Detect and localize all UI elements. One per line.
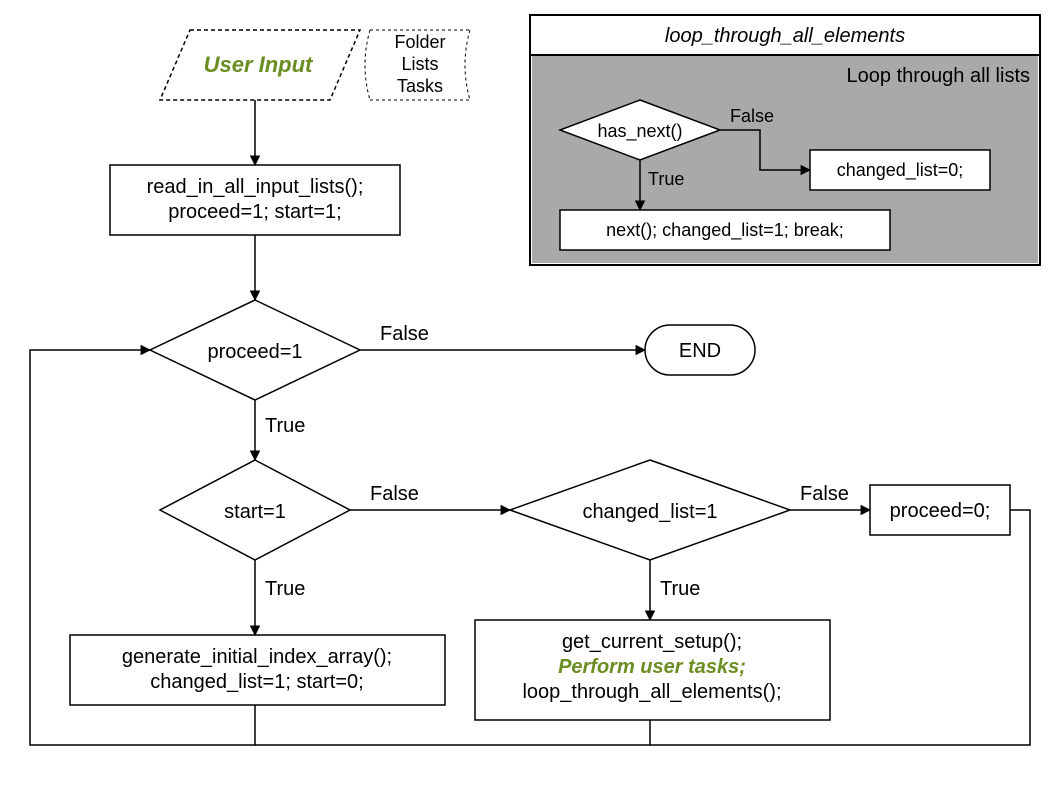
inset-panel: loop_through_all_elements Loop through a… xyxy=(530,15,1040,265)
proceed-true-label: True xyxy=(265,415,305,437)
folder-annotation: Folder Lists Tasks xyxy=(365,30,470,100)
getcurrent-box: get_current_setup(); Perform user tasks;… xyxy=(475,620,830,720)
svg-text:changed_list=1: changed_list=1 xyxy=(582,501,717,523)
inset-title: loop_through_all_elements xyxy=(665,25,905,47)
changedlist-decision: changed_list=1 xyxy=(510,460,790,560)
svg-text:proceed=1; start=1;: proceed=1; start=1; xyxy=(168,201,341,223)
start-decision: start=1 xyxy=(160,460,350,560)
svg-text:has_next(): has_next() xyxy=(597,121,682,142)
readin-box: read_in_all_input_lists(); proceed=1; st… xyxy=(110,165,400,235)
svg-text:get_current_setup();: get_current_setup(); xyxy=(562,631,742,653)
svg-text:loop_through_all_elements();: loop_through_all_elements(); xyxy=(522,681,781,703)
svg-text:END: END xyxy=(679,340,721,362)
generate-box: generate_initial_index_array(); changed_… xyxy=(70,635,445,705)
start-false-label: False xyxy=(370,483,419,505)
changed-true-label: True xyxy=(660,578,700,600)
svg-text:next(); changed_list=1; break;: next(); changed_list=1; break; xyxy=(606,220,844,241)
svg-text:read_in_all_input_lists();: read_in_all_input_lists(); xyxy=(147,176,364,198)
inset-subtitle: Loop through all lists xyxy=(847,65,1030,87)
svg-text:Tasks: Tasks xyxy=(397,76,443,96)
svg-text:start=1: start=1 xyxy=(224,501,286,523)
svg-text:Perform user tasks;: Perform user tasks; xyxy=(558,656,746,678)
svg-text:changed_list=0;: changed_list=0; xyxy=(837,160,964,181)
user-input-node: User Input xyxy=(160,30,360,100)
proceed-false-label: False xyxy=(380,323,429,345)
proceed0-box: proceed=0; xyxy=(870,485,1010,535)
end-terminal: END xyxy=(645,325,755,375)
svg-text:changed_list=1; start=0;: changed_list=1; start=0; xyxy=(150,671,363,693)
svg-text:proceed=1: proceed=1 xyxy=(207,341,302,363)
start-true-label: True xyxy=(265,578,305,600)
inset-false-label: False xyxy=(730,106,774,126)
inset-next-box: next(); changed_list=1; break; xyxy=(560,210,890,250)
inset-true-label: True xyxy=(648,169,684,189)
svg-text:Lists: Lists xyxy=(401,54,438,74)
svg-text:User Input: User Input xyxy=(204,52,314,77)
proceed-decision: proceed=1 xyxy=(150,300,360,400)
svg-text:proceed=0;: proceed=0; xyxy=(890,500,991,522)
flowchart-diagram: loop_through_all_elements Loop through a… xyxy=(0,0,1058,794)
inset-changed0-box: changed_list=0; xyxy=(810,150,990,190)
svg-text:Folder: Folder xyxy=(394,32,445,52)
svg-text:generate_initial_index_array(): generate_initial_index_array(); xyxy=(122,646,392,668)
changed-false-label: False xyxy=(800,483,849,505)
arrow-get-loop xyxy=(255,720,650,745)
